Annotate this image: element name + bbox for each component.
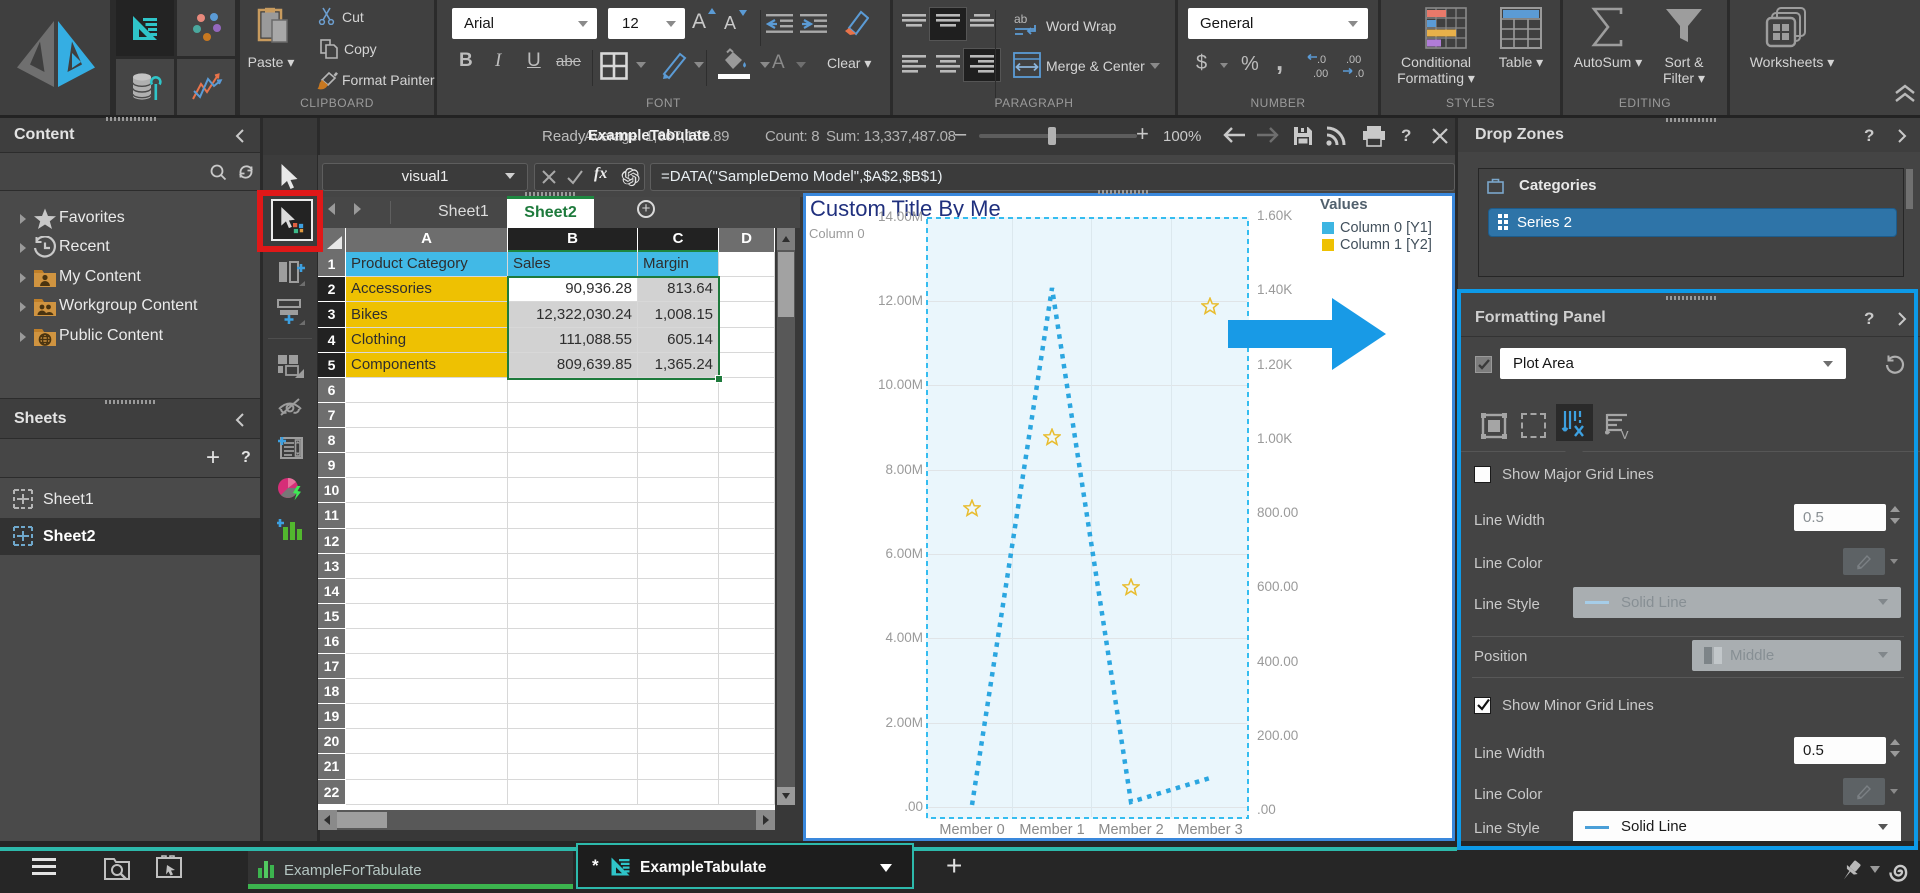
svg-text:.00: .00 xyxy=(1346,54,1361,66)
svg-text:.00: .00 xyxy=(1313,68,1328,80)
svg-text:.0: .0 xyxy=(1317,54,1326,66)
svg-text:.0: .0 xyxy=(1355,68,1364,80)
svg-text:ab: ab xyxy=(1014,12,1028,26)
